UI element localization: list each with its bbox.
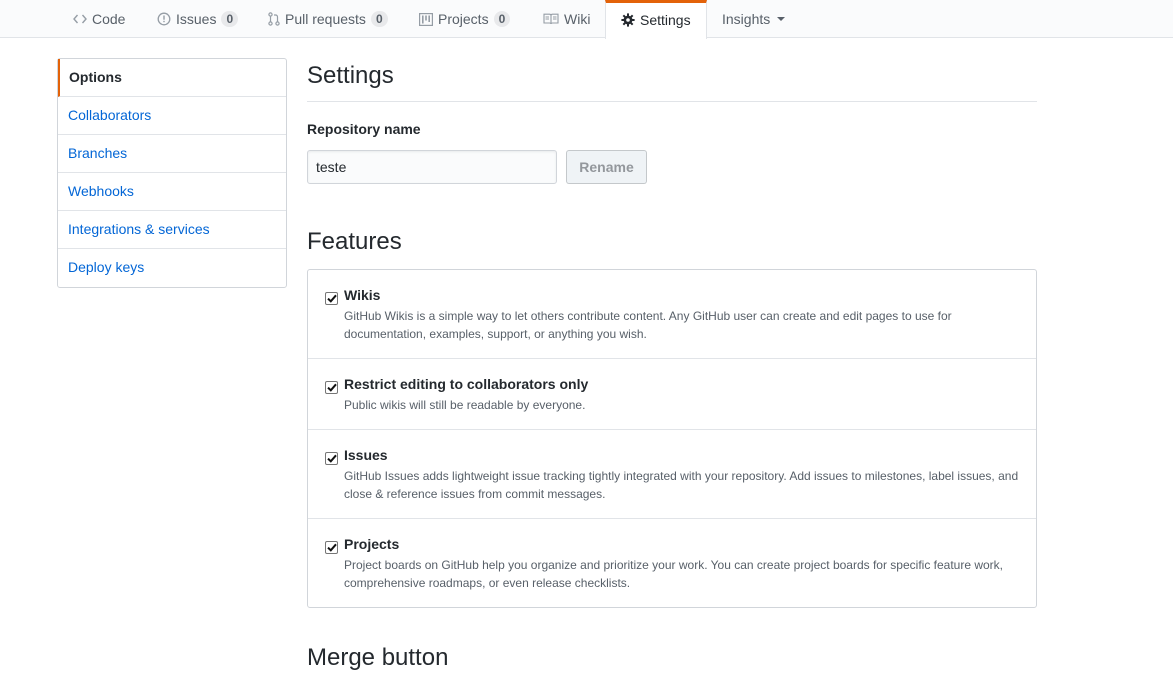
checkmark-icon (326, 543, 337, 552)
tab-issues[interactable]: Issues 0 (142, 0, 253, 38)
issues-checkbox[interactable] (325, 452, 338, 465)
issues-counter: 0 (221, 11, 239, 27)
feature-desc: GitHub Issues adds lightweight issue tra… (344, 469, 1019, 501)
feature-name: Wikis (344, 287, 381, 303)
settings-sidebar: Options Collaborators Branches Webhooks … (57, 58, 287, 288)
gear-icon (621, 12, 635, 27)
tab-code-label: Code (92, 11, 126, 27)
feature-issues: Issues GitHub Issues adds lightweight is… (308, 430, 1036, 519)
tab-wiki[interactable]: Wiki (528, 0, 605, 38)
rename-form: Rename (307, 150, 1037, 184)
checkmark-icon (326, 294, 337, 303)
projects-checkbox[interactable] (325, 541, 338, 554)
tab-insights[interactable]: Insights (707, 0, 800, 38)
checkmark-icon (326, 383, 337, 392)
sidebar-item-branches[interactable]: Branches (58, 135, 286, 173)
repo-nav: Code Issues 0 Pull requests 0 Projects 0… (0, 0, 1173, 39)
repo-name-input[interactable] (307, 150, 557, 184)
projects-counter: 0 (493, 11, 511, 27)
tab-insights-label: Insights (722, 11, 771, 27)
sidebar-item-integrations-services[interactable]: Integrations & services (58, 211, 286, 249)
tab-settings-label: Settings (640, 11, 691, 28)
tab-pull-requests[interactable]: Pull requests 0 (253, 0, 403, 38)
sidebar-item-webhooks[interactable]: Webhooks (58, 173, 286, 211)
feature-projects: Projects Project boards on GitHub help y… (308, 519, 1036, 607)
sidebar-item-options[interactable]: Options (58, 59, 286, 97)
rename-button[interactable]: Rename (566, 150, 647, 184)
book-icon (543, 13, 559, 25)
issue-opened-icon (157, 12, 171, 26)
restrict-editing-checkbox[interactable] (325, 381, 338, 394)
feature-name: Restrict editing to collaborators only (344, 376, 589, 392)
wikis-checkbox[interactable] (325, 292, 338, 305)
tab-issues-label: Issues (176, 11, 217, 27)
feature-desc: GitHub Wikis is a simple way to let othe… (344, 309, 952, 341)
feature-name: Projects (344, 536, 400, 552)
tab-wiki-label: Wiki (564, 11, 591, 27)
checkmark-icon (326, 454, 337, 463)
sidebar-item-deploy-keys[interactable]: Deploy keys (58, 249, 286, 287)
feature-restrict-editing: Restrict editing to collaborators only P… (308, 359, 1036, 430)
feature-wikis: Wikis GitHub Wikis is a simple way to le… (308, 270, 1036, 359)
pull-requests-counter: 0 (370, 11, 388, 27)
git-pull-request-icon (268, 12, 280, 26)
tab-code[interactable]: Code (58, 0, 140, 38)
repo-name-label: Repository name (307, 121, 421, 137)
tab-projects-label: Projects (438, 11, 489, 27)
tab-settings[interactable]: Settings (605, 0, 707, 39)
merge-button-title: Merge button (307, 644, 449, 671)
caret-down-icon (777, 17, 786, 21)
settings-main: Settings Repository name Rename Features… (307, 58, 1037, 608)
page-title: Settings (307, 58, 1037, 102)
project-icon (419, 12, 433, 26)
feature-name: Issues (344, 447, 388, 463)
tab-projects[interactable]: Projects 0 (404, 0, 525, 38)
feature-desc: Public wikis will still be readable by e… (344, 398, 586, 412)
features-box: Wikis GitHub Wikis is a simple way to le… (307, 269, 1037, 608)
tab-pull-requests-label: Pull requests (285, 11, 366, 27)
sidebar-item-collaborators[interactable]: Collaborators (58, 97, 286, 135)
feature-desc: Project boards on GitHub help you organi… (344, 558, 1004, 590)
features-title: Features (307, 228, 402, 255)
code-icon (73, 13, 87, 25)
